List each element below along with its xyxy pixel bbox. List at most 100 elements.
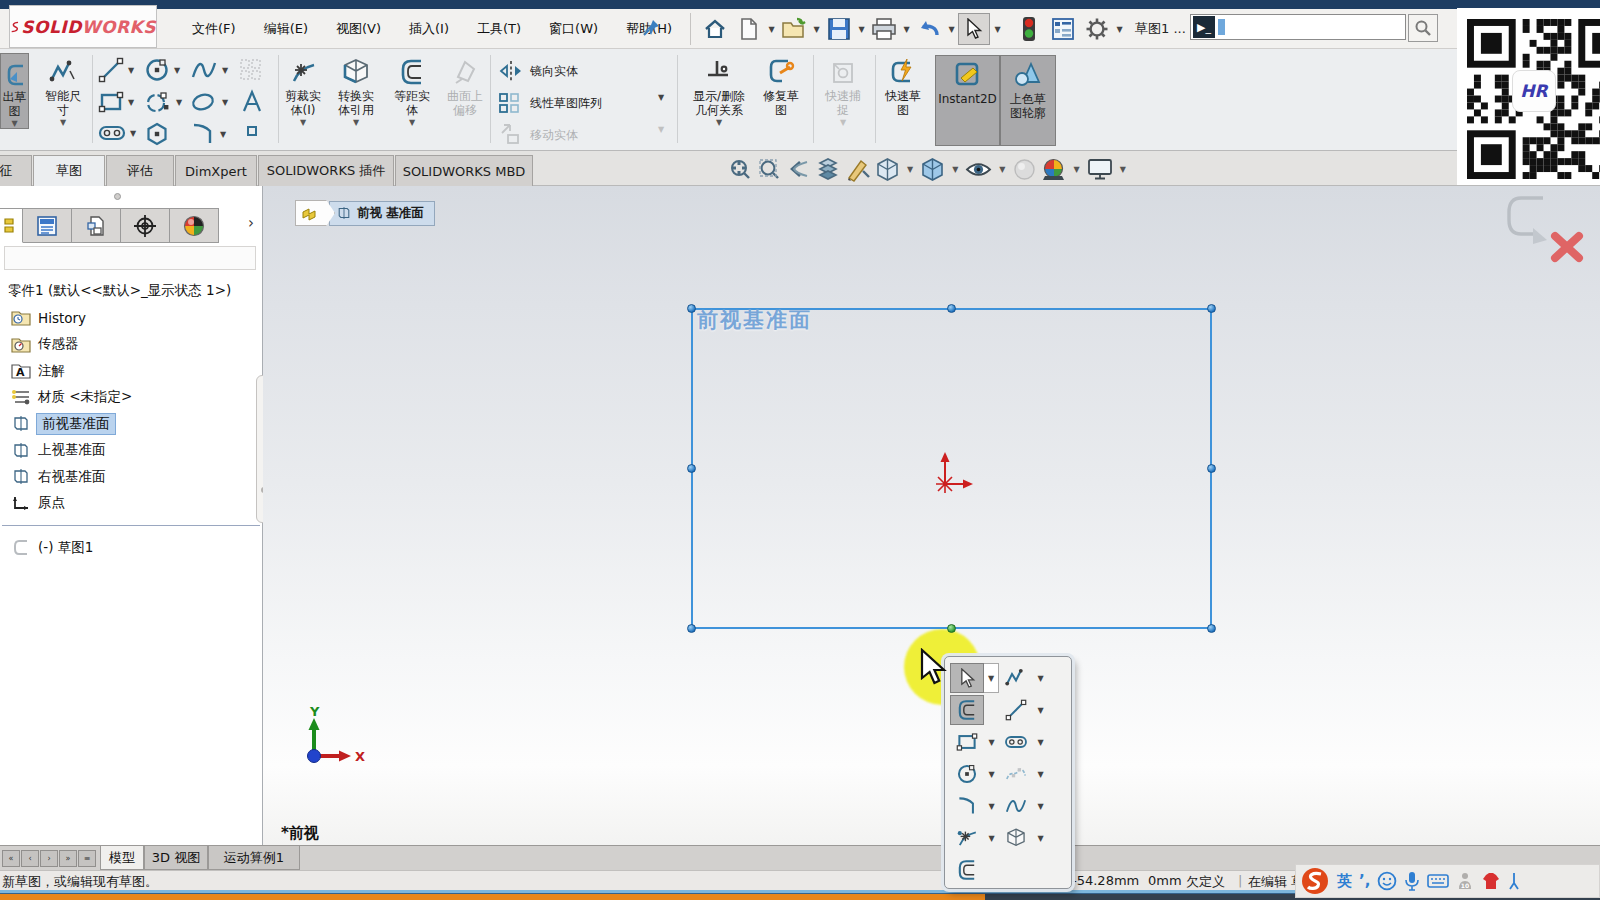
tab-dimxpert-manager[interactable] — [121, 208, 170, 243]
exit-sketch-button[interactable]: 出草图 ▼ — [0, 53, 29, 129]
palette-rectangle-dropdown[interactable]: ▼ — [984, 738, 999, 747]
select-tool[interactable] — [958, 13, 990, 45]
palette-spline-sketch-tool[interactable] — [999, 759, 1033, 789]
undo-icon[interactable] — [912, 14, 946, 44]
palette-select-tool[interactable] — [950, 663, 984, 693]
palette-offset-tool2[interactable] — [950, 855, 984, 885]
view-settings-icon[interactable] — [1087, 157, 1113, 181]
palette-slot-tool[interactable] — [999, 727, 1033, 757]
tab-features[interactable]: 征 — [0, 155, 32, 186]
plane-handle-ml[interactable] — [687, 464, 696, 473]
tree-item-material[interactable]: 材质 <未指定> — [2, 384, 260, 411]
palette-arc-dropdown[interactable]: ▼ — [984, 802, 999, 811]
spline-dropdown[interactable]: ▼ — [222, 66, 228, 75]
tree-item-top-plane[interactable]: 上视基准面 — [2, 437, 260, 464]
open-dropdown[interactable]: ▼ — [811, 14, 822, 44]
tree-item-front-plane[interactable]: 前视基准面 — [2, 411, 260, 438]
tab-scroll-first[interactable]: « — [2, 850, 20, 867]
menu-edit[interactable]: 编辑(E) — [250, 9, 322, 49]
tab-sketch[interactable]: 草图 — [33, 155, 105, 186]
tree-item-annotations[interactable]: A 注解 — [2, 358, 260, 385]
tab-dimxpert[interactable]: DimXpert — [175, 155, 257, 186]
ime-skin-icon[interactable]: 10 — [1456, 871, 1474, 891]
menu-insert[interactable]: 插入(I) — [395, 9, 463, 49]
spline-tool[interactable]: ▼ — [190, 57, 228, 83]
arc-tool[interactable]: ▼ — [190, 121, 226, 147]
report-icon[interactable] — [1046, 14, 1080, 44]
display-style-icon[interactable] — [920, 157, 945, 182]
offset-entities-button[interactable]: 等距实体 ▼ — [383, 53, 441, 127]
display-delete-relations-button[interactable]: 显示/删除几何关系 ▼ — [686, 53, 752, 127]
polygon-tool[interactable] — [144, 121, 170, 147]
tree-item-sketch1[interactable]: (-) 草图1 — [2, 535, 260, 562]
ime-emoji-icon[interactable] — [1377, 871, 1397, 891]
ime-mic-icon[interactable] — [1404, 870, 1420, 892]
sogou-logo-icon[interactable] — [1300, 866, 1330, 896]
sketch-assist-icon[interactable] — [845, 157, 871, 182]
rectangle-dropdown[interactable]: ▼ — [128, 98, 134, 107]
pin-icon[interactable] — [640, 17, 662, 39]
rapid-sketch-button[interactable]: 快速草图 — [874, 53, 932, 117]
convert-entities-button[interactable]: 转换实体引用 ▼ — [327, 53, 385, 127]
open-icon[interactable] — [777, 14, 811, 44]
palette-line-dropdown[interactable]: ▼ — [1033, 706, 1048, 715]
plane-handle-mr[interactable] — [1207, 464, 1216, 473]
zoom-area-icon[interactable] — [757, 157, 782, 182]
plane-handle-bl[interactable] — [687, 624, 696, 633]
mirror-entities-button[interactable]: 镜向实体 — [498, 59, 578, 83]
tab-configurations[interactable] — [72, 208, 121, 243]
hide-show-dropdown[interactable]: ▼ — [999, 165, 1005, 174]
view-orientation-icon[interactable] — [875, 157, 900, 182]
menu-file[interactable]: 文件(F) — [178, 9, 250, 49]
display-style-dropdown[interactable]: ▼ — [952, 165, 958, 174]
save-icon[interactable] — [822, 14, 856, 44]
tab-feature-tree[interactable] — [0, 208, 23, 243]
palette-circle-dropdown[interactable]: ▼ — [984, 770, 999, 779]
palette-slot-dropdown[interactable]: ▼ — [1033, 738, 1048, 747]
hide-show-icon[interactable] — [965, 157, 992, 182]
view-orientation-dropdown[interactable]: ▼ — [907, 165, 913, 174]
arc-dropdown[interactable]: ▼ — [220, 130, 226, 139]
plane-handle-br[interactable] — [1207, 624, 1216, 633]
apply-scene-dropdown[interactable]: ▼ — [1073, 165, 1079, 174]
point-tool[interactable] — [246, 125, 258, 137]
menu-window[interactable]: 窗口(W) — [535, 9, 612, 49]
tree-item-origin[interactable]: 原点 — [2, 490, 260, 517]
ime-punctuation-icon[interactable]: ’, — [1359, 872, 1370, 890]
home-icon[interactable] — [698, 14, 732, 44]
ime-language[interactable]: 英 — [1337, 872, 1352, 891]
instant2d-button[interactable]: Instant2D — [935, 55, 1000, 146]
tree-root[interactable]: 零件1 (默认<<默认>_显示状态 1>) — [2, 278, 260, 305]
motion-study-tab[interactable]: 运动算例1 — [208, 846, 300, 870]
apply-scene-icon[interactable] — [1041, 157, 1066, 182]
model-tab[interactable]: 模型 — [100, 846, 144, 870]
palette-spline-dropdown[interactable]: ▼ — [1033, 802, 1048, 811]
palette-circle-tool[interactable] — [950, 759, 984, 789]
undo-dropdown[interactable]: ▼ — [946, 14, 957, 44]
tab-display-manager[interactable] — [170, 208, 219, 243]
sketch-origin[interactable] — [923, 446, 983, 506]
line-tool[interactable]: ▼ — [98, 57, 134, 83]
ime-keyboard-icon[interactable] — [1427, 873, 1449, 889]
palette-arc-tool[interactable] — [950, 791, 984, 821]
panel-expand-chevron[interactable]: › — [248, 214, 254, 232]
perimeter-circle-tool[interactable]: ▼ — [144, 89, 182, 115]
menu-view[interactable]: 视图(V) — [322, 9, 395, 49]
graphics-viewport[interactable]: 前视 基准面 前视基准面 Y X — [263, 186, 1600, 845]
slot-tool[interactable]: ▼ — [98, 121, 136, 145]
section-view-icon[interactable] — [816, 157, 841, 181]
tree-item-right-plane[interactable]: 右视基准面 — [2, 464, 260, 491]
tab-mbd[interactable]: SOLIDWORKS MBD — [395, 155, 533, 186]
tab-scroll-next[interactable]: › — [40, 850, 58, 867]
tree-filter-strip[interactable] — [4, 246, 256, 270]
search-input[interactable]: ▶_ — [1190, 14, 1406, 40]
palette-line-tool[interactable] — [999, 695, 1033, 725]
slot-dropdown[interactable]: ▼ — [130, 129, 136, 138]
circle-tool[interactable]: ▼ — [144, 57, 180, 83]
options-gear-icon[interactable] — [1080, 14, 1114, 44]
check-errors-icon[interactable] — [1012, 14, 1046, 44]
previous-view-icon[interactable] — [786, 157, 812, 181]
tree-item-history[interactable]: History — [2, 305, 260, 332]
rectangle-tool[interactable]: ▼ — [98, 89, 134, 115]
tab-property-manager[interactable] — [23, 208, 72, 243]
